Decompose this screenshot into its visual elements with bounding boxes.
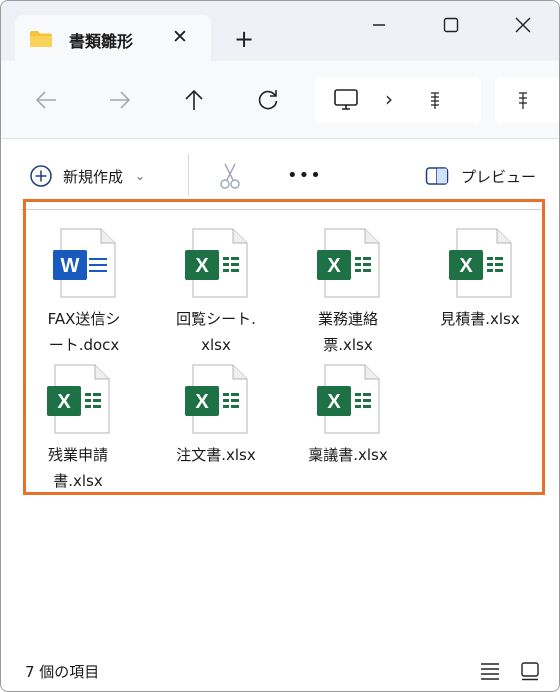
tiles-view-icon[interactable] xyxy=(519,661,541,681)
svg-text:X: X xyxy=(195,255,209,277)
maximize-button[interactable] xyxy=(431,9,471,41)
plus-circle-icon xyxy=(30,165,52,187)
close-window-button[interactable] xyxy=(503,9,543,41)
svg-text:X: X xyxy=(459,255,473,277)
truncated-breadcrumb[interactable] xyxy=(429,91,441,111)
preview-label: プレビュー xyxy=(461,167,537,186)
excel-spreadsheet-icon: X xyxy=(317,228,380,298)
file-item[interactable]: X 残業申請 書.xlsx xyxy=(19,364,137,494)
svg-text:X: X xyxy=(327,255,341,277)
title-bar: 書類雛形 ✕ + xyxy=(1,1,559,61)
folder-icon xyxy=(30,31,52,47)
back-arrow-icon[interactable] xyxy=(31,85,61,115)
file-name-line: ート.docx xyxy=(48,336,120,354)
file-name-line: 残業申請 xyxy=(47,446,108,464)
minimize-button[interactable] xyxy=(359,9,399,41)
excel-spreadsheet-icon: X xyxy=(317,364,380,434)
chevron-down-icon: ⌄ xyxy=(135,169,146,183)
refresh-icon[interactable] xyxy=(253,85,283,115)
file-item[interactable]: W FAX送信シ ート.docx xyxy=(25,228,143,358)
status-bar: 7 個の項目 xyxy=(1,649,559,691)
excel-spreadsheet-icon: X xyxy=(47,364,110,434)
file-name: 業務連絡 票.xlsx xyxy=(289,306,407,358)
new-tab-button[interactable]: + xyxy=(231,26,257,52)
tab-title: 書類雛形 xyxy=(69,32,134,51)
file-name-line: 業務連絡 xyxy=(317,310,378,328)
excel-spreadsheet-icon: X xyxy=(185,228,248,298)
file-item[interactable]: X 回覧シート. xlsx xyxy=(157,228,275,358)
up-arrow-icon[interactable] xyxy=(179,85,209,115)
file-item[interactable]: X 業務連絡 票.xlsx xyxy=(289,228,407,358)
svg-text:X: X xyxy=(327,391,341,413)
explorer-window: 書類雛形 ✕ + › 新規作成 ⌄ ••• プレビュー W FAX送信シ ート.… xyxy=(0,0,560,692)
computer-icon[interactable] xyxy=(333,88,359,112)
svg-text:X: X xyxy=(57,391,71,413)
search-box[interactable] xyxy=(495,77,559,123)
file-name-line: 回覧シート. xyxy=(176,310,256,328)
file-name-line: xlsx xyxy=(201,336,231,354)
new-button[interactable]: 新規作成 ⌄ xyxy=(29,164,145,188)
forward-arrow-icon[interactable] xyxy=(105,85,135,115)
tab-current-folder[interactable]: 書類雛形 ✕ xyxy=(15,15,211,61)
file-item[interactable]: X 見積書.xlsx xyxy=(421,228,539,332)
excel-spreadsheet-icon: X xyxy=(449,228,512,298)
details-view-icon[interactable] xyxy=(479,661,501,681)
file-name: 注文書.xlsx xyxy=(157,442,275,468)
file-name-line: 見積書.xlsx xyxy=(440,310,520,328)
item-count: 7 個の項目 xyxy=(25,663,100,681)
file-name: 見積書.xlsx xyxy=(421,306,539,332)
file-item[interactable]: X 稟議書.xlsx xyxy=(289,364,407,468)
file-name-line: 書.xlsx xyxy=(53,472,103,490)
navigation-bar: › xyxy=(1,61,559,139)
tab-close-button[interactable]: ✕ xyxy=(169,26,191,48)
excel-spreadsheet-icon: X xyxy=(185,364,248,434)
scissors-icon[interactable] xyxy=(217,162,243,190)
truncated-search-icon xyxy=(519,92,527,109)
file-name-line: 票.xlsx xyxy=(323,336,373,354)
file-name: 稟議書.xlsx xyxy=(289,442,407,468)
command-bar: 新規作成 ⌄ ••• プレビュー xyxy=(1,140,559,210)
preview-pane-icon xyxy=(425,167,449,185)
word-document-icon: W xyxy=(53,228,116,298)
file-item[interactable]: X 注文書.xlsx xyxy=(157,364,275,468)
file-list: W FAX送信シ ート.docx X 回覧シート. xlsx X 業務連絡 票.… xyxy=(1,210,559,650)
file-name: 残業申請 書.xlsx xyxy=(19,442,137,494)
svg-text:W: W xyxy=(61,255,80,277)
svg-text:X: X xyxy=(195,391,209,413)
file-name-line: FAX送信シ xyxy=(47,310,121,328)
more-options-button[interactable]: ••• xyxy=(287,166,321,186)
toolbar-divider xyxy=(188,154,189,196)
file-name-line: 注文書.xlsx xyxy=(176,446,256,464)
file-name: 回覧シート. xlsx xyxy=(157,306,275,358)
file-name: FAX送信シ ート.docx xyxy=(25,306,143,358)
file-name-line: 稟議書.xlsx xyxy=(308,446,388,464)
address-bar[interactable]: › xyxy=(315,77,481,123)
preview-pane-button[interactable]: プレビュー xyxy=(425,164,536,188)
breadcrumb-separator[interactable]: › xyxy=(385,87,393,111)
new-button-label: 新規作成 xyxy=(63,167,124,186)
